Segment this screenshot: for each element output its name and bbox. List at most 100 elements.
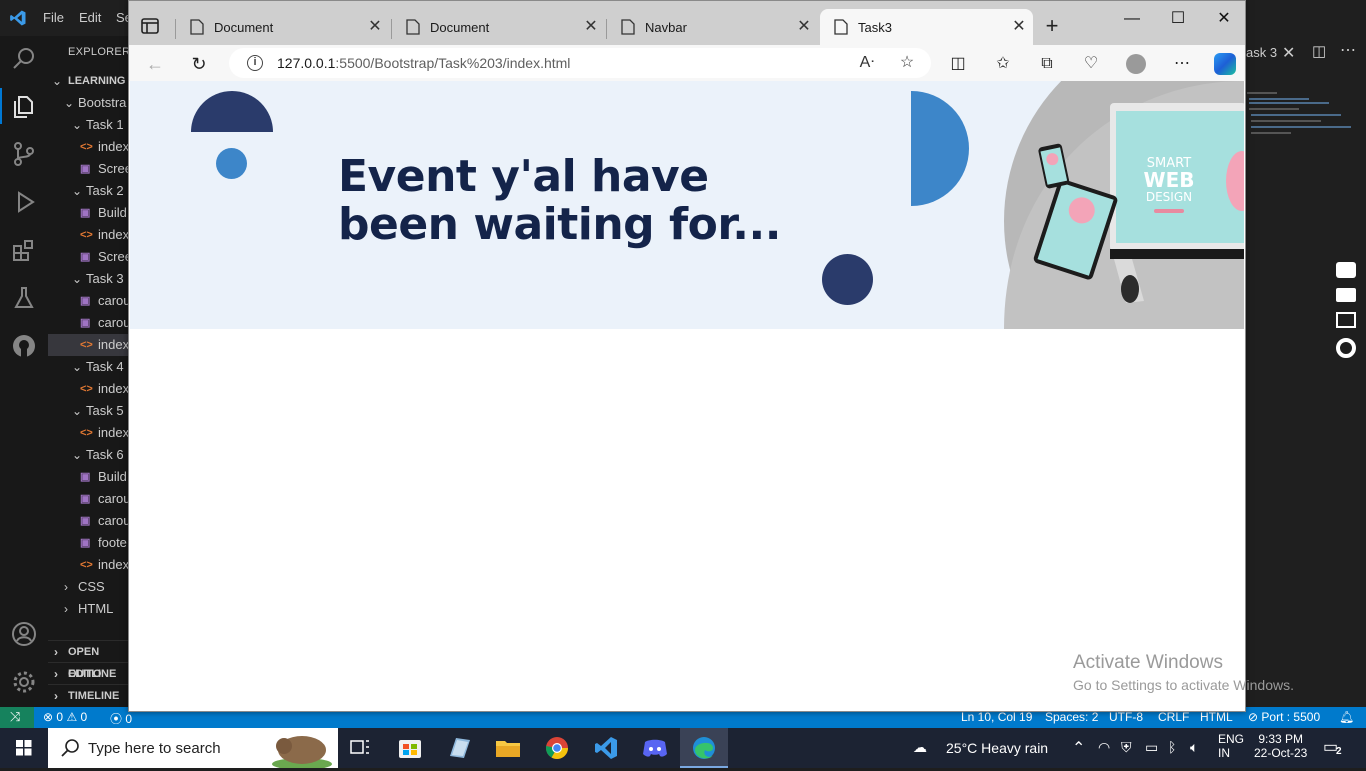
microsoft-store-icon[interactable] [386, 728, 434, 768]
ports-status[interactable]: ⦿ 0 [110, 710, 132, 727]
tree-file[interactable]: <> index [48, 224, 130, 246]
tree-file[interactable]: ▣ Scree [48, 246, 130, 268]
browser-tab-task3[interactable]: Task3 ✕ [820, 9, 1033, 45]
remote-indicator-button[interactable]: ⤨ [0, 707, 34, 728]
edge-taskbar-icon[interactable] [680, 728, 728, 768]
url-text[interactable]: 127.0.0.1:5500/Bootstrap/Task%203/index.… [277, 55, 570, 71]
tree-folder[interactable]: ⌄ Task 1 [48, 114, 130, 136]
maximize-icon[interactable]: ☐ [1163, 9, 1193, 29]
menu-file[interactable]: File [43, 10, 64, 25]
video-record-icon[interactable] [1336, 288, 1356, 302]
network-wifi-icon[interactable]: ◠ [1098, 739, 1110, 756]
section-outline[interactable]: › OUTLINE [48, 662, 130, 684]
window-close-icon[interactable]: ✕ [1209, 9, 1239, 29]
new-tab-plus-icon[interactable]: + [1041, 15, 1063, 37]
close-tab-icon[interactable]: ✕ [582, 18, 600, 36]
more-actions-icon[interactable]: ⋯ [1340, 40, 1356, 60]
minimize-icon[interactable]: — [1117, 9, 1147, 29]
chrome-icon[interactable] [533, 728, 581, 768]
search-icon[interactable] [10, 45, 38, 73]
discord-icon[interactable] [631, 728, 679, 768]
tree-file[interactable]: <> index [48, 554, 130, 576]
tree-file[interactable]: <> index [48, 136, 130, 158]
tree-file[interactable]: <> index [48, 334, 130, 356]
clock[interactable]: 9:33 PM 22-Oct-23 [1254, 732, 1307, 760]
profile-avatar-icon[interactable] [1125, 53, 1147, 75]
tree-folder[interactable]: › HTML [48, 598, 130, 620]
language-indicator[interactable]: ENG IN [1218, 732, 1244, 760]
copilot-icon[interactable] [1214, 53, 1236, 75]
manage-gear-icon[interactable] [10, 668, 38, 696]
explorer-files-icon[interactable] [10, 92, 38, 120]
overlay-window-icon[interactable] [1336, 312, 1356, 328]
collections-icon[interactable]: ⧉ [1036, 53, 1058, 75]
encoding-status[interactable]: UTF-8 [1109, 710, 1143, 724]
tree-folder[interactable]: ⌄ Task 5 [48, 400, 130, 422]
show-hidden-icons-chevron-up-icon[interactable]: ⌃ [1072, 738, 1085, 758]
menu-edit[interactable]: Edit [79, 10, 101, 25]
section-open-editors[interactable]: › OPEN EDITO [48, 640, 130, 680]
browser-tab-document-1[interactable]: Document ✕ [176, 9, 392, 45]
tree-file[interactable]: ▣ carou [48, 510, 130, 532]
browser-tab-navbar[interactable]: Navbar ✕ [607, 9, 820, 45]
editor-tab-task3[interactable]: ask 3 ✕ ◫ ⋯ [1246, 36, 1366, 71]
split-screen-icon[interactable]: ◫ [947, 53, 969, 75]
source-control-icon[interactable] [10, 140, 38, 168]
volume-speaker-icon[interactable]: 🔈︎ [1190, 739, 1198, 756]
run-debug-icon[interactable] [10, 188, 38, 216]
tree-file[interactable]: ▣ carou [48, 312, 130, 334]
tree-file[interactable]: ▣ Build [48, 466, 130, 488]
bluetooth-icon[interactable]: ᛒ [1168, 739, 1176, 755]
tree-folder[interactable]: ⌄ Task 4 [48, 356, 130, 378]
tree-file[interactable]: <> index [48, 378, 130, 400]
back-arrow-icon[interactable]: ← [143, 52, 167, 76]
tree-folder[interactable]: ⌄ Task 6 [48, 444, 130, 466]
notifications-bell-icon[interactable]: 🔔︎ [1339, 710, 1354, 724]
tree-folder[interactable]: ⌄ Task 3 [48, 268, 130, 290]
tree-file[interactable]: ▣ Build [48, 202, 130, 224]
security-shield-icon[interactable]: ⛨ [1121, 739, 1132, 756]
indentation-status[interactable]: Spaces: 2 [1045, 710, 1098, 724]
problems-status[interactable]: ⊗ 0 ⚠ 0 [43, 710, 87, 724]
close-tab-icon[interactable]: ✕ [795, 18, 813, 36]
language-mode[interactable]: HTML [1200, 710, 1233, 724]
tree-file[interactable]: ▣ foote [48, 532, 130, 554]
live-server-status[interactable]: ⊘ Port : 5500 [1248, 710, 1320, 724]
app-icon-blue-book[interactable] [436, 728, 484, 768]
tree-file[interactable]: <> index [48, 422, 130, 444]
tree-folder[interactable]: ⌄ LEARNING [48, 70, 130, 92]
site-info-icon[interactable]: i [247, 55, 263, 71]
tree-folder[interactable]: ⌄ Task 2 [48, 180, 130, 202]
weather-rain-icon[interactable]: ☁︎ [913, 739, 927, 756]
eol-status[interactable]: CRLF [1158, 710, 1189, 724]
section-timeline[interactable]: › TIMELINE [48, 684, 130, 706]
taskbar-search-box[interactable]: Type here to search [48, 728, 338, 768]
browser-tab-document-2[interactable]: Document ✕ [392, 9, 606, 45]
task-view-icon[interactable] [336, 728, 384, 768]
close-icon[interactable]: ✕ [1282, 43, 1295, 63]
vscode-taskbar-icon[interactable] [582, 728, 630, 768]
account-icon[interactable] [10, 620, 38, 648]
start-button[interactable] [0, 728, 48, 768]
close-tab-icon[interactable]: ✕ [1010, 18, 1028, 36]
address-bar[interactable]: i 127.0.0.1:5500/Bootstrap/Task%203/inde… [229, 48, 931, 78]
tree-folder[interactable]: › CSS [48, 576, 130, 598]
favorites-icon[interactable]: ✩ [992, 53, 1014, 75]
camera-icon[interactable] [1336, 262, 1356, 278]
split-editor-icon[interactable]: ◫ [1312, 42, 1326, 60]
refresh-icon[interactable]: ↻ [187, 52, 211, 76]
file-explorer-icon[interactable] [484, 728, 532, 768]
tab-actions-icon[interactable] [139, 15, 161, 37]
weather-text[interactable]: 25°C Heavy rain [946, 740, 1048, 756]
read-aloud-icon[interactable]: A͏ᐧ [857, 53, 877, 73]
settings-gear-icon[interactable] [1336, 338, 1356, 358]
github-icon[interactable] [10, 332, 38, 360]
browser-essentials-icon[interactable]: ♡ [1080, 53, 1102, 75]
tree-file[interactable]: ▣ carou [48, 488, 130, 510]
tree-file[interactable]: ▣ carou [48, 290, 130, 312]
tree-file[interactable]: ▣ Scree [48, 158, 130, 180]
testing-flask-icon[interactable] [10, 284, 38, 312]
settings-more-icon[interactable]: ⋯ [1171, 53, 1193, 75]
tree-folder[interactable]: ⌄ Bootstra [48, 92, 130, 114]
favorite-star-icon[interactable]: ☆ [897, 53, 917, 73]
